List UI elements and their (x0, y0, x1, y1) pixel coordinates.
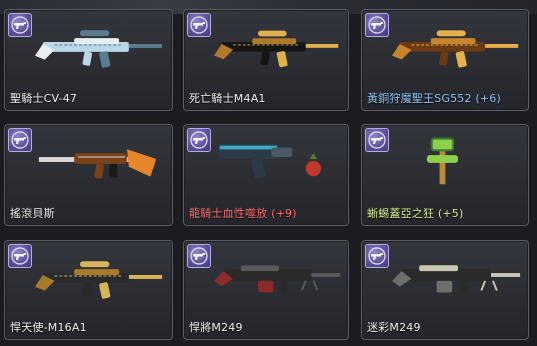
weapon-card[interactable]: 聖騎士CV-47 (4, 9, 173, 111)
rifle-icon (392, 16, 524, 76)
weapon-card[interactable]: 迷彩M249 (361, 240, 529, 340)
weapon-card[interactable]: 悍將M249 (183, 240, 349, 340)
revolver-icon (187, 128, 211, 152)
weapon-card[interactable]: 搖滾貝斯 (4, 124, 173, 226)
weapon-name-label: 黃銅狩魔聖王SG552 (+6) (367, 92, 501, 105)
weapon-name-label: 迷彩M249 (367, 321, 421, 334)
weapon-name-label: 悍將M249 (189, 321, 243, 334)
rifle-icon (35, 247, 168, 307)
weapon-name-label: 悍天使-M16A1 (10, 321, 87, 334)
rifle-icon (214, 16, 344, 76)
weapon-inventory-grid: 聖騎士CV-47 死亡騎士M4A1 黃銅狩魔聖王SG552 (+6) 搖滾貝斯 龍騎士血… (0, 0, 537, 346)
revolver-icon (365, 13, 389, 37)
revolver-icon (187, 244, 211, 268)
machine-gun-icon (214, 247, 344, 307)
weapon-name-label: 蜥蜴蓋亞之狂 (+5) (367, 207, 464, 220)
revolver-icon (187, 13, 211, 37)
revolver-icon (8, 128, 32, 152)
revolver-icon (8, 13, 32, 37)
weapon-card[interactable]: 黃銅狩魔聖王SG552 (+6) (361, 9, 529, 111)
hammer-icon (392, 131, 524, 191)
revolver-icon (365, 244, 389, 268)
blaster-icon (214, 131, 344, 191)
guitar-rifle-icon (35, 131, 168, 191)
weapon-name-label: 死亡騎士M4A1 (189, 92, 266, 105)
revolver-icon (8, 244, 32, 268)
rifle-icon (35, 16, 168, 76)
weapon-name-label: 聖騎士CV-47 (10, 92, 78, 105)
revolver-icon (365, 128, 389, 152)
weapon-name-label: 搖滾貝斯 (10, 207, 55, 220)
weapon-card[interactable]: 龍騎士血性噬放 (+9) (183, 124, 349, 226)
weapon-card[interactable]: 蜥蜴蓋亞之狂 (+5) (361, 124, 529, 226)
weapon-card[interactable]: 悍天使-M16A1 (4, 240, 173, 340)
weapon-card[interactable]: 死亡騎士M4A1 (183, 9, 349, 111)
weapon-name-label: 龍騎士血性噬放 (+9) (189, 207, 297, 220)
machine-gun-icon (392, 247, 524, 307)
